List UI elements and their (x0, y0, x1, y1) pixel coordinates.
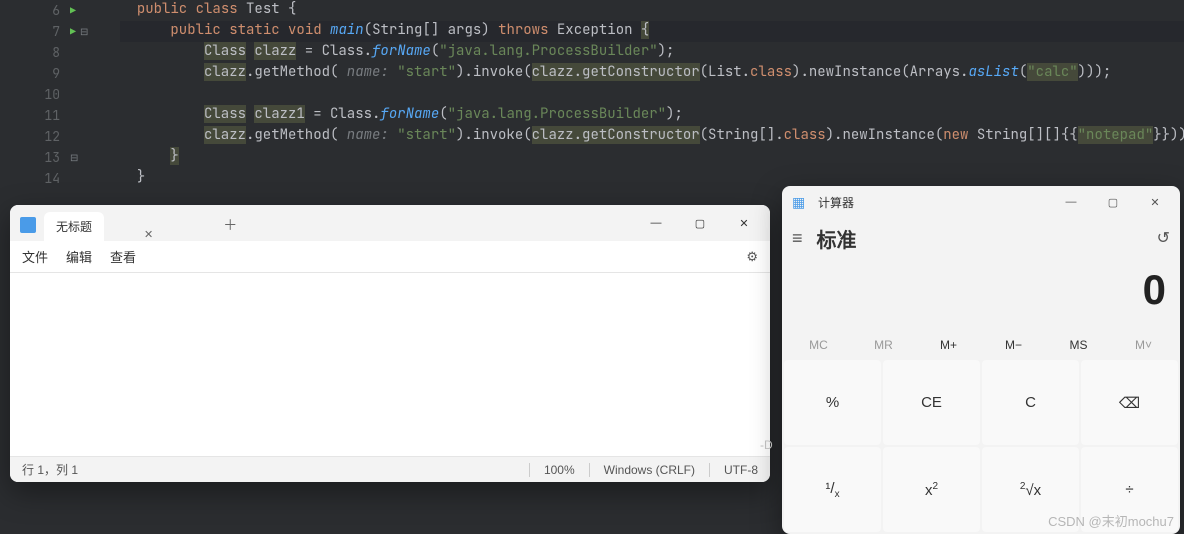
menu-edit[interactable]: 编辑 (66, 247, 92, 266)
code-area[interactable]: public class Test { public static void m… (120, 0, 1184, 189)
code-line: } (120, 147, 1184, 168)
calculator-window: ▦ 计算器 — ▢ ✕ ≡ 标准 ↺ 0 MC MR M+ M− MS M˅ %… (782, 186, 1180, 534)
line-number: 7 (0, 23, 70, 40)
backspace-button[interactable]: ⌫ (1081, 360, 1178, 445)
close-button[interactable]: ✕ (1134, 188, 1176, 216)
line-number: 13 (0, 149, 70, 166)
code-line: Class clazz1 = Class.forName("java.lang.… (120, 105, 1184, 126)
menu-view[interactable]: 查看 (110, 247, 136, 266)
calculator-memory-row: MC MR M+ M− MS M˅ (782, 332, 1180, 358)
inverse-button[interactable]: ¹/x (784, 447, 881, 532)
mem-store-button[interactable]: MS (1046, 332, 1111, 358)
line-number: 14 (0, 170, 70, 187)
calculator-title: 计算器 (818, 194, 854, 211)
fold-icon[interactable]: ⊟ (70, 151, 78, 164)
notepad-statusbar: 行 1，列 1 100% Windows (CRLF) UTF-8 (10, 456, 770, 482)
notepad-menubar: 文件 编辑 查看 ⚙ (10, 241, 770, 273)
line-number: 6 (0, 2, 70, 19)
notepad-titlebar[interactable]: 无标题 ✕ ＋ — ▢ ✕ (10, 205, 770, 241)
calculator-app-icon: ▦ (792, 194, 808, 210)
code-line: Class clazz = Class.forName("java.lang.P… (120, 42, 1184, 63)
fold-icon[interactable]: ⊟ (80, 25, 88, 38)
calculator-mode: 标准 (817, 224, 857, 253)
clear-button[interactable]: C (982, 360, 1079, 445)
code-line: public class Test { (120, 0, 1184, 21)
line-number: 9 (0, 65, 70, 82)
mem-clear-button[interactable]: MC (786, 332, 851, 358)
minimize-button[interactable]: — (634, 209, 678, 237)
history-icon[interactable]: ↺ (1157, 228, 1170, 248)
encoding[interactable]: UTF-8 (724, 463, 758, 477)
hamburger-icon[interactable]: ≡ (792, 228, 803, 249)
menu-file[interactable]: 文件 (22, 247, 48, 266)
percent-button[interactable]: % (784, 360, 881, 445)
square-button[interactable]: x2 (883, 447, 980, 532)
mem-plus-button[interactable]: M+ (916, 332, 981, 358)
calculator-titlebar[interactable]: ▦ 计算器 — ▢ ✕ (782, 186, 1180, 218)
tab-close-button[interactable]: ✕ (104, 228, 213, 241)
line-number: 11 (0, 107, 70, 124)
code-line: public static void main(String[] args) t… (120, 21, 1184, 42)
run-icon[interactable]: ▶ (70, 4, 76, 17)
close-button[interactable]: ✕ (722, 209, 766, 237)
maximize-button[interactable]: ▢ (1092, 188, 1134, 216)
new-tab-button[interactable]: ＋ (213, 209, 247, 241)
notepad-window: 无标题 ✕ ＋ — ▢ ✕ 文件 编辑 查看 ⚙ 行 1，列 1 100% Wi… (10, 205, 770, 482)
notepad-app-icon (20, 217, 36, 233)
code-editor[interactable]: 6▶ 7▶⊟ 8 9 10 11 12 13⊟ 14 public class … (0, 0, 1184, 200)
line-number: 12 (0, 128, 70, 145)
calculator-keypad: % CE C ⌫ ¹/x x2 2√x ÷ (782, 358, 1180, 534)
gear-icon[interactable]: ⚙ (746, 249, 758, 265)
notepad-content[interactable] (10, 273, 770, 456)
mem-list-button[interactable]: M˅ (1111, 332, 1176, 358)
notepad-tab[interactable]: 无标题 (44, 212, 104, 241)
mem-recall-button[interactable]: MR (851, 332, 916, 358)
code-line: clazz.getMethod( name: "start").invoke(c… (120, 63, 1184, 84)
line-ending[interactable]: Windows (CRLF) (604, 463, 695, 477)
minimize-button[interactable]: — (1050, 188, 1092, 216)
code-line (120, 84, 1184, 105)
watermark: CSDN @末初mochu7 (1048, 511, 1174, 530)
zoom-level[interactable]: 100% (544, 463, 575, 477)
calculator-display: 0 (782, 258, 1180, 332)
run-icon[interactable]: ▶ (70, 25, 76, 38)
notepad-tab-title: 无标题 (56, 218, 92, 235)
maximize-button[interactable]: ▢ (678, 209, 722, 237)
corner-badge: -D (760, 438, 773, 452)
editor-gutter: 6▶ 7▶⊟ 8 9 10 11 12 13⊟ 14 (0, 0, 120, 189)
code-line: clazz.getMethod( name: "start").invoke(c… (120, 126, 1184, 147)
calculator-mode-bar: ≡ 标准 ↺ (782, 218, 1180, 258)
mem-minus-button[interactable]: M− (981, 332, 1046, 358)
clear-entry-button[interactable]: CE (883, 360, 980, 445)
cursor-position: 行 1，列 1 (22, 461, 515, 478)
line-number: 8 (0, 44, 70, 61)
line-number: 10 (0, 86, 70, 103)
